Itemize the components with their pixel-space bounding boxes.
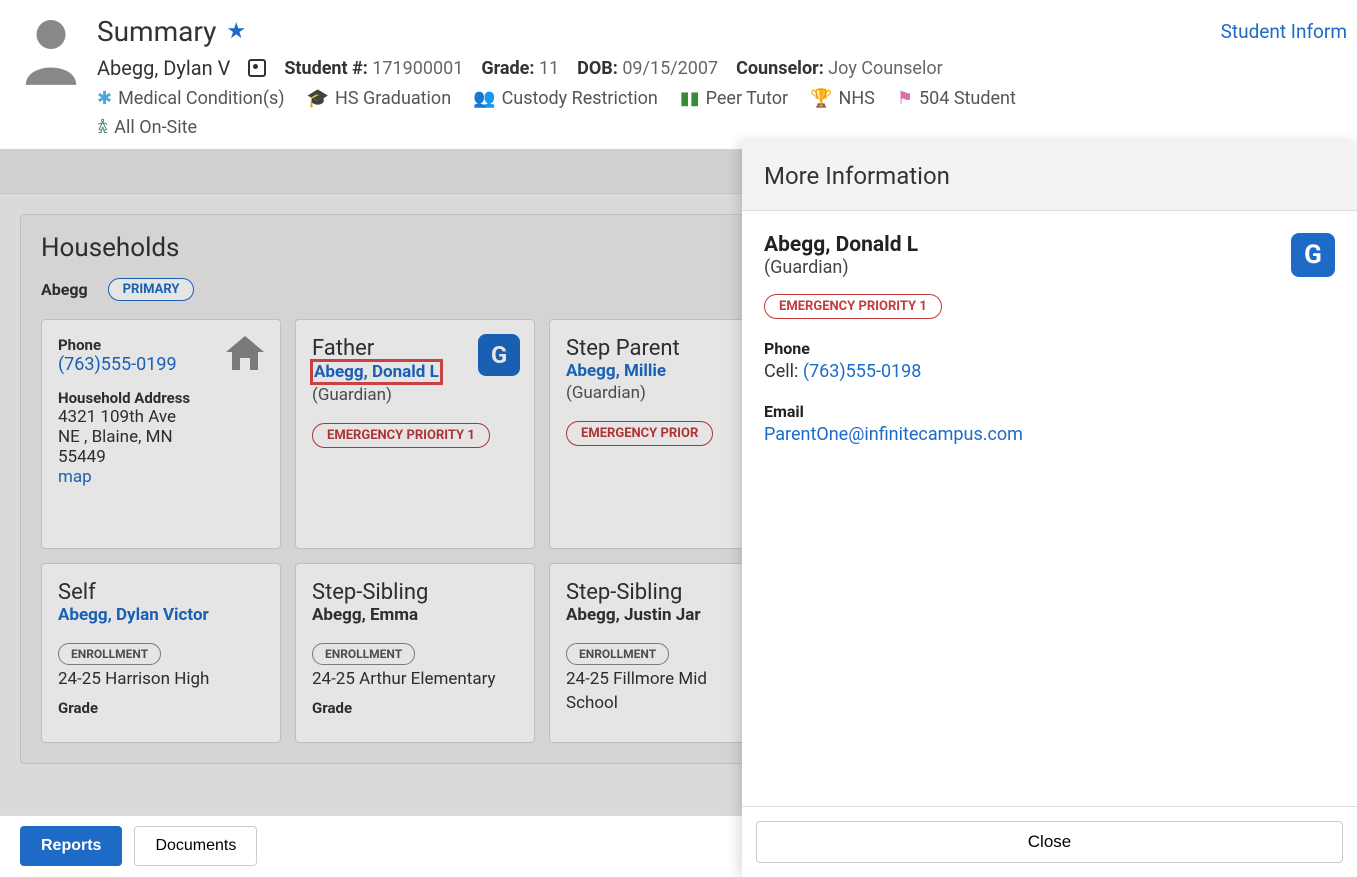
highlighted-father-name: Abegg, Donald L	[312, 361, 441, 383]
close-button[interactable]: Close	[756, 821, 1343, 863]
address-line-3: 55449	[58, 447, 264, 467]
self-enrollment: 24-25 Harrison High	[58, 669, 264, 689]
step-sibling-name: Abegg, Emma	[312, 605, 518, 625]
emergency-pill: EMERGENCY PRIORITY 1	[764, 294, 942, 319]
book-icon: ▮▮	[680, 88, 700, 109]
enrollment-pill: ENROLLMENT	[312, 643, 415, 665]
side-email-label: Email	[764, 402, 1335, 421]
tag-peer-tutor[interactable]: ▮▮Peer Tutor	[680, 88, 788, 109]
step-sibling-enrollment: 24-25 Arthur Elementary	[312, 669, 518, 689]
emergency-pill: EMERGENCY PRIORITY 1	[312, 423, 490, 448]
father-role: (Guardian)	[312, 385, 518, 405]
avatar-placeholder-icon	[20, 15, 82, 85]
grade: Grade: 11	[481, 58, 559, 79]
address-line-1: 4321 109th Ave	[58, 407, 264, 427]
student-information-link[interactable]: Student Inform	[1221, 20, 1347, 43]
trophy-icon: 🏆	[810, 88, 832, 109]
dob: DOB: 09/15/2007	[577, 58, 718, 79]
address-label: Household Address	[58, 389, 264, 407]
guardian-badge: G	[478, 334, 520, 376]
id-card-icon[interactable]	[248, 59, 266, 77]
step-sibling-grade-label: Grade	[312, 699, 518, 717]
step-sibling-title: Step-Sibling	[312, 580, 518, 605]
tag-onsite[interactable]: 𖠋All On-Site	[97, 115, 197, 139]
tab-documents[interactable]: Documents	[134, 826, 257, 866]
people-icon: 👥	[473, 88, 495, 109]
side-person-role: (Guardian)	[764, 257, 918, 278]
star-icon[interactable]: ★	[226, 19, 246, 44]
student-number: Student #: 171900001	[284, 58, 463, 79]
guardian-badge: G	[1291, 233, 1335, 277]
father-name-link[interactable]: Abegg, Donald L	[314, 362, 439, 382]
address-line-2: NE , Blaine, MN	[58, 427, 264, 447]
emergency-pill: EMERGENCY PRIOR	[566, 421, 713, 446]
household-tab[interactable]: Abegg	[41, 280, 88, 299]
self-grade-label: Grade	[58, 699, 264, 717]
self-card: Self Abegg, Dylan Victor ENROLLMENT 24-2…	[41, 563, 281, 743]
side-email-link[interactable]: ParentOne@infinitecampus.com	[764, 424, 1023, 445]
side-phone-label: Phone	[764, 339, 1335, 358]
graduation-icon: 🎓	[307, 88, 329, 109]
step-sibling-card: Step-Sibling Abegg, Emma ENROLLMENT 24-2…	[295, 563, 535, 743]
student-name: Abegg, Dylan V	[97, 56, 230, 80]
self-title: Self	[58, 580, 264, 605]
primary-pill: PRIMARY	[108, 278, 195, 301]
map-link[interactable]: map	[58, 467, 92, 487]
household-phone-link[interactable]: (763)555-0199	[58, 354, 177, 375]
tag-504[interactable]: ⚑504 Student	[897, 88, 1016, 109]
flag-icon: ⚑	[897, 88, 913, 109]
home-icon	[224, 334, 266, 376]
step-parent-name-link[interactable]: Abegg, Millie	[566, 361, 666, 381]
self-name-link[interactable]: Abegg, Dylan Victor	[58, 605, 209, 625]
side-phone-link[interactable]: (763)555-0198	[803, 361, 922, 382]
student-header: Summary ★ Abegg, Dylan V Student #: 1719…	[0, 0, 1357, 149]
person-pin-icon: 𖠋	[97, 115, 108, 139]
tag-medical[interactable]: ✱Medical Condition(s)	[97, 88, 285, 109]
side-phone-value: Cell: (763)555-0198	[764, 361, 1335, 382]
side-panel-title: More Information	[742, 142, 1357, 211]
tag-nhs[interactable]: 🏆NHS	[810, 88, 875, 109]
father-card: G Father Abegg, Donald L (Guardian) EMER…	[295, 319, 535, 549]
tag-custody[interactable]: 👥Custody Restriction	[473, 88, 658, 109]
page-title: Summary	[97, 15, 216, 48]
household-contact-card: Phone (763)555-0199 Household Address 43…	[41, 319, 281, 549]
enrollment-pill: ENROLLMENT	[58, 643, 161, 665]
more-info-panel: More Information Abegg, Donald L (Guardi…	[742, 142, 1357, 877]
counselor: Counselor: Joy Counselor	[736, 58, 943, 79]
medical-icon: ✱	[97, 88, 112, 109]
side-person-name: Abegg, Donald L	[764, 233, 918, 257]
tab-reports[interactable]: Reports	[20, 826, 122, 866]
tag-hs-graduation[interactable]: 🎓HS Graduation	[307, 88, 452, 109]
enrollment-pill: ENROLLMENT	[566, 643, 669, 665]
